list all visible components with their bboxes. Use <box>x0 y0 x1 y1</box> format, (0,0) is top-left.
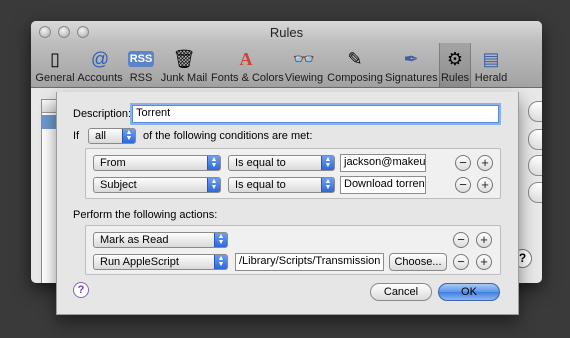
add-rule-button[interactable] <box>528 101 542 122</box>
toolbar-general[interactable]: ▯ General <box>35 43 75 87</box>
condition-value-field[interactable]: Download torrent <box>340 176 426 194</box>
help-button[interactable]: ? <box>73 282 89 298</box>
toolbar-junk-mail[interactable]: 🗑 Junk Mail <box>159 43 209 87</box>
if-label: If <box>73 130 80 142</box>
match-popup[interactable]: all ▲ ▼ <box>88 128 136 144</box>
condition-operator-popup[interactable]: Is equal to ▲ ▼ <box>228 155 335 171</box>
popup-arrows-icon: ▲ ▼ <box>321 178 334 192</box>
popup-arrows-icon: ▲ ▼ <box>321 156 334 170</box>
rss-icon: RSS <box>128 51 154 67</box>
toolbar-viewing[interactable]: 👓 Viewing <box>283 43 325 87</box>
toolbar-rss[interactable]: RSS RSS <box>125 43 157 87</box>
condition-field-popup[interactable]: Subject ▲ ▼ <box>93 177 221 193</box>
at-sign-icon: @ <box>90 49 110 69</box>
toolbar-fonts-colors[interactable]: A Fonts & Colors <box>211 43 284 87</box>
add-condition-button[interactable]: + <box>477 155 493 171</box>
duplicate-rule-button[interactable] <box>528 155 542 176</box>
add-action-button[interactable]: + <box>476 232 492 248</box>
choose-button[interactable]: Choose... <box>389 253 447 271</box>
rules-icon: ⚙ <box>446 49 464 69</box>
condition-value-field[interactable]: jackson@makeuse <box>340 154 426 172</box>
remove-rule-button[interactable] <box>528 182 542 203</box>
toolbar-composing[interactable]: ✎ Composing <box>327 43 383 87</box>
popup-arrows-icon: ▲ ▼ <box>122 129 135 143</box>
popup-arrows-icon: ▲ ▼ <box>207 156 220 170</box>
general-icon: ▯ <box>50 49 60 69</box>
actions-group: Mark as Read ▲ ▼ − + Run AppleScript ▲ ▼ /… <box>85 225 501 275</box>
popup-arrows-icon: ▲ ▼ <box>207 178 220 192</box>
condition-field-popup[interactable]: From ▲ ▼ <box>93 155 221 171</box>
toolbar-herald[interactable]: ▤ Herald <box>473 43 509 87</box>
cancel-button[interactable]: Cancel <box>370 283 432 301</box>
popup-arrows-icon: ▲ ▼ <box>214 255 227 269</box>
actions-label: Perform the following actions: <box>73 209 218 221</box>
toolbar-accounts[interactable]: @ Accounts <box>77 43 123 87</box>
conditions-group: From ▲▼ Is equal to ▲▼ jackson@makeuse −… <box>85 148 501 199</box>
remove-action-button[interactable]: − <box>453 232 469 248</box>
remove-condition-button[interactable]: − <box>455 155 471 171</box>
viewing-icon: 👓 <box>292 49 316 69</box>
add-action-button[interactable]: + <box>476 254 492 270</box>
action-popup[interactable]: Run AppleScript ▲ ▼ <box>93 254 228 270</box>
font-icon: A <box>239 49 253 69</box>
edit-rule-button[interactable] <box>528 129 542 150</box>
condition-operator-popup[interactable]: Is equal to ▲ ▼ <box>228 177 335 193</box>
description-field[interactable]: Torrent <box>132 105 499 123</box>
popup-arrows-icon: ▲ ▼ <box>214 233 227 247</box>
compose-icon: ✎ <box>347 49 363 69</box>
remove-condition-button[interactable]: − <box>455 177 471 193</box>
action-popup[interactable]: Mark as Read ▲ ▼ <box>93 232 228 248</box>
ok-button[interactable]: OK <box>438 283 500 301</box>
match-suffix-label: of the following conditions are met: <box>143 130 313 142</box>
toolbar-rules[interactable]: ⚙ Rules <box>439 43 471 87</box>
rule-edit-sheet: Description: Torrent If all ▲ ▼ of the fo… <box>56 92 519 315</box>
preferences-toolbar: ▯ General @ Accounts RSS RSS 🗑 Junk Mail… <box>31 43 542 88</box>
description-label: Description: <box>73 108 132 120</box>
toolbar-signatures[interactable]: ✒ Signatures <box>385 43 438 87</box>
match-popup-value: all <box>95 130 107 142</box>
title-bar: Rules <box>31 21 542 43</box>
add-condition-button[interactable]: + <box>477 177 493 193</box>
trash-icon: 🗑 <box>172 49 196 69</box>
herald-icon: ▤ <box>482 49 500 69</box>
signature-icon: ✒ <box>403 49 419 69</box>
window-title: Rules <box>269 25 304 40</box>
remove-action-button[interactable]: − <box>453 254 469 270</box>
script-path-field[interactable]: /Library/Scripts/Transmission vi <box>235 253 384 271</box>
